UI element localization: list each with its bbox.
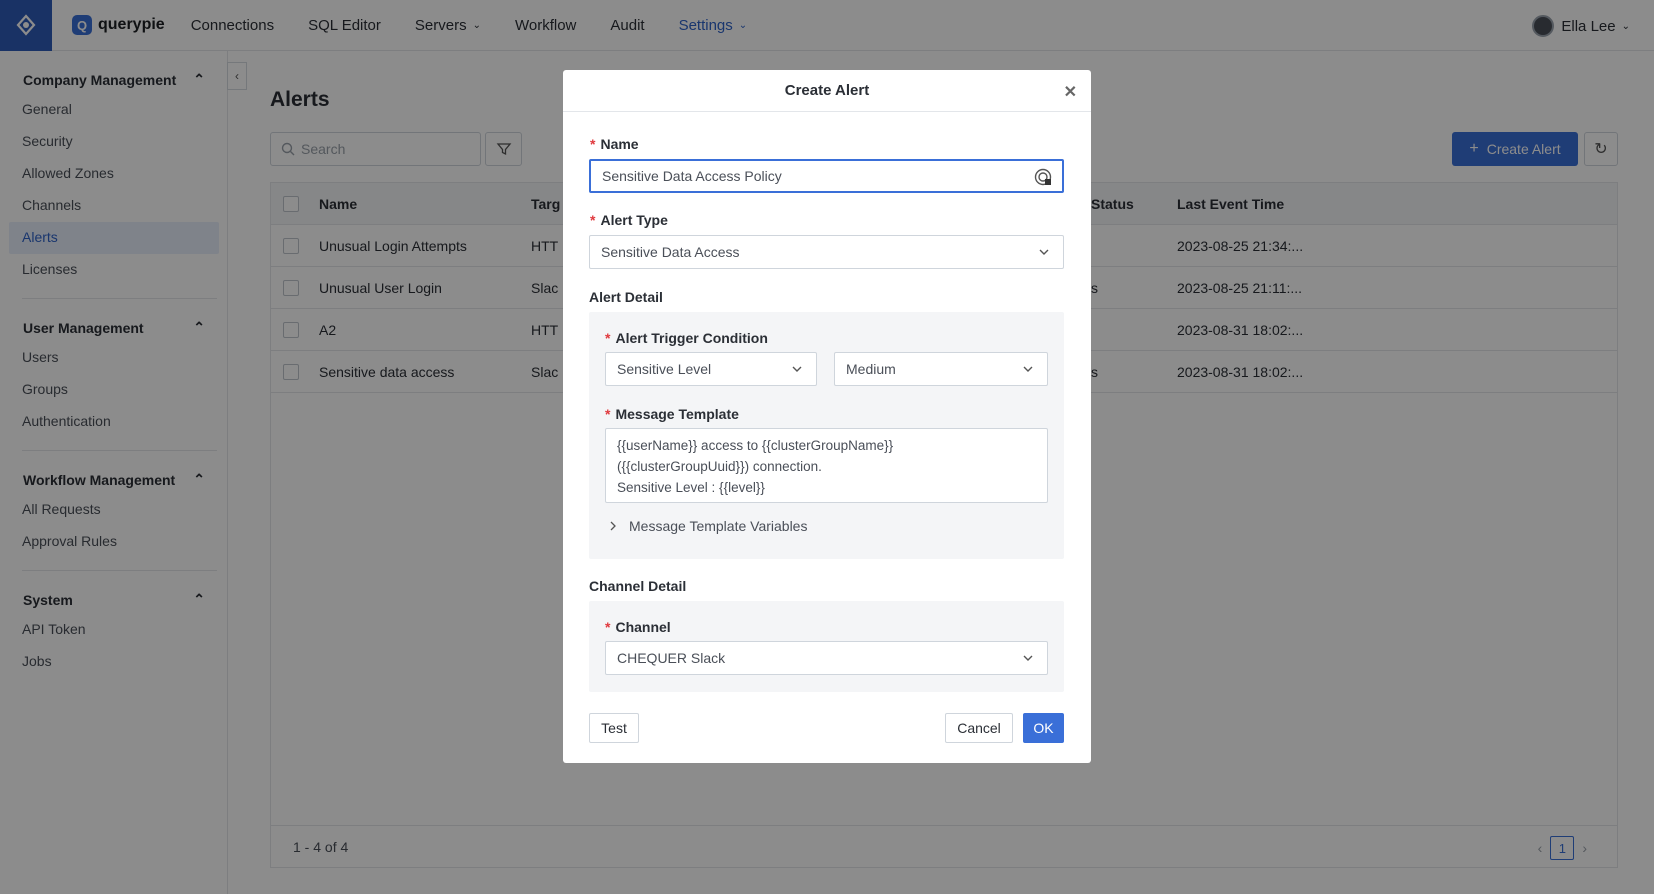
channel-detail-panel: * Channel CHEQUER Slack: [589, 601, 1064, 692]
trigger-value-select[interactable]: Medium: [834, 352, 1048, 386]
chevron-down-icon: [1023, 366, 1033, 372]
trigger-label: * Alert Trigger Condition: [605, 330, 768, 346]
trigger-level-value: Medium: [846, 361, 896, 377]
message-line: Sensitive Level : {{level}}: [617, 480, 765, 495]
name-label: * Name: [590, 136, 639, 152]
close-icon[interactable]: ✕: [1064, 82, 1077, 102]
trigger-field-value: Sensitive Level: [617, 361, 712, 377]
message-line: {{userName}} access to {{clusterGroupNam…: [617, 438, 894, 453]
modal-title: Create Alert: [784, 82, 870, 99]
message-line: ({{clusterGroupUuid}}) connection.: [617, 459, 822, 474]
channel-detail-title: Channel Detail: [589, 578, 687, 594]
modal-header: Create Alert ✕: [563, 70, 1091, 112]
chevron-down-icon: [1023, 655, 1033, 661]
channel-value: CHEQUER Slack: [617, 650, 726, 666]
password-manager-icon[interactable]: [1034, 168, 1052, 186]
alert-detail-panel: * Alert Trigger Condition Sensitive Level…: [589, 312, 1064, 559]
name-value: Sensitive Data Access Policy: [602, 168, 782, 184]
trigger-field-select[interactable]: Sensitive Level: [605, 352, 817, 386]
chevron-right-icon: [610, 521, 616, 531]
cancel-button[interactable]: Cancel: [945, 713, 1013, 743]
message-template-label: * Message Template: [605, 406, 739, 422]
channel-label: * Channel: [605, 619, 671, 635]
chevron-down-icon: [792, 366, 802, 372]
alert-type-value: Sensitive Data Access: [601, 244, 740, 260]
alert-type-label: * Alert Type: [590, 212, 668, 228]
alert-type-select[interactable]: Sensitive Data Access: [589, 235, 1064, 269]
message-template-variables-toggle[interactable]: Message Template Variables: [607, 518, 807, 534]
ok-button[interactable]: OK: [1023, 713, 1064, 743]
create-alert-modal: Create Alert ✕ * Name Sensitive Data Acce…: [563, 70, 1091, 763]
alert-detail-title: Alert Detail: [589, 289, 663, 305]
chevron-down-icon: [1039, 249, 1049, 255]
channel-select[interactable]: CHEQUER Slack: [605, 641, 1048, 675]
test-button[interactable]: Test: [589, 713, 639, 743]
message-template-textarea[interactable]: {{userName}} access to {{clusterGroupNam…: [605, 428, 1048, 503]
name-field[interactable]: Sensitive Data Access Policy: [589, 159, 1064, 193]
